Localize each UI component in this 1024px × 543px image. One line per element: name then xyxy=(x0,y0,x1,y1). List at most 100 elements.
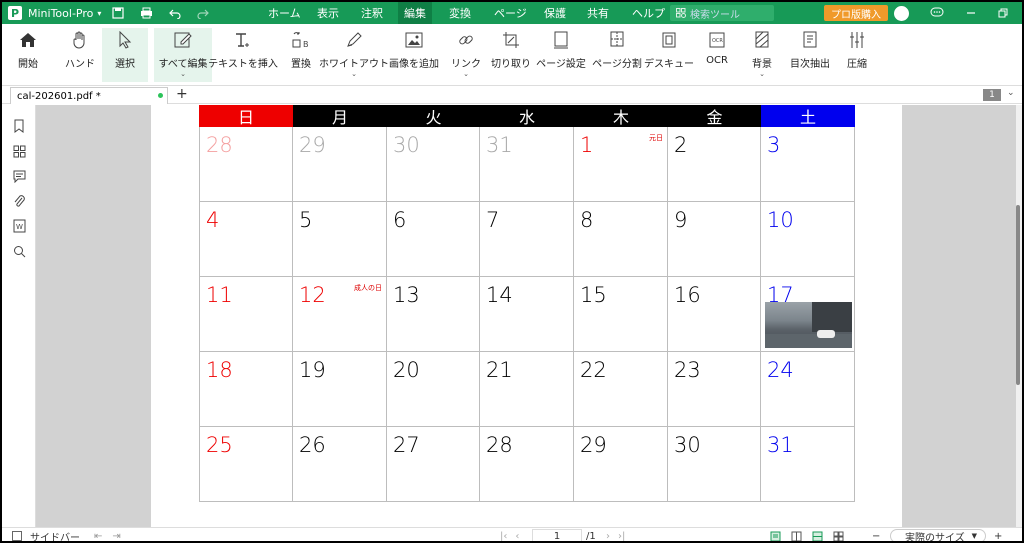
avatar[interactable] xyxy=(894,5,909,21)
minimize-icon[interactable] xyxy=(966,8,976,18)
chat-icon[interactable] xyxy=(930,7,944,19)
search-placeholder: 検索ツール xyxy=(690,9,740,21)
weekday-header: 水 xyxy=(480,105,574,127)
calendar-day-cell: 7 xyxy=(480,202,574,277)
bookmark-icon[interactable] xyxy=(12,119,26,133)
panel-forward-icon[interactable]: ⇥ xyxy=(112,531,120,542)
save-icon[interactable] xyxy=(112,7,124,19)
grid-view-icon[interactable] xyxy=(833,531,844,542)
tab-list-chevron-icon[interactable]: ⌄ xyxy=(1007,88,1015,98)
tool-page-setup[interactable]: ページ設定 xyxy=(536,28,586,82)
buy-pro-button[interactable]: プロ版購入 xyxy=(824,5,888,21)
zoom-select[interactable]: 実際のサイズ ▼ xyxy=(890,529,986,541)
attachment-icon[interactable] xyxy=(12,194,26,208)
account[interactable] xyxy=(894,2,909,24)
inserted-photo[interactable] xyxy=(765,302,852,348)
zoom-out-button[interactable]: − xyxy=(872,528,880,542)
prev-page-icon[interactable]: ‹ xyxy=(515,531,519,542)
tool-replace[interactable]: B 置換 xyxy=(284,28,318,82)
photo-building xyxy=(812,302,852,332)
pdf-page[interactable]: 日月火水木金土 28 29 30 31 1 元日 2 3 4 5 6 7 8 9 10 11 12 成人の日 13 1… xyxy=(151,105,902,527)
menu-annotate[interactable]: 注釈 xyxy=(361,2,383,24)
tool-toc-extract[interactable]: 目次抽出 xyxy=(788,28,832,82)
scrollbar-thumb[interactable] xyxy=(1016,205,1020,385)
tool-hand[interactable]: ハンド xyxy=(62,28,98,82)
tool-background[interactable]: 背景 ⌄ xyxy=(750,28,774,82)
sidebar-toggle[interactable]: サイドバー xyxy=(12,528,80,541)
menu-help[interactable]: ヘルプ xyxy=(632,2,665,24)
zoom-in-button[interactable]: + xyxy=(994,528,1002,542)
tool-link[interactable]: リンク ⌄ xyxy=(451,28,481,82)
single-page-view-icon[interactable] xyxy=(770,531,781,542)
redo-icon[interactable] xyxy=(197,7,209,19)
app-menu-chevron-icon[interactable]: ▾ xyxy=(97,9,101,18)
calendar-day-cell: 3 xyxy=(761,127,855,202)
word-icon[interactable]: W xyxy=(12,219,26,233)
menu-help-label: ヘルプ xyxy=(632,7,665,20)
day-number: 5 xyxy=(299,208,313,232)
scroll-view-icon[interactable] xyxy=(812,531,823,542)
whiteout-icon xyxy=(347,32,362,47)
tool-insert-text[interactable]: テキストを挿入 xyxy=(208,28,278,82)
menu-view-label: 表示 xyxy=(317,7,339,20)
tool-edit-all[interactable]: すべて編集 ⌄ xyxy=(154,28,212,82)
tool-deskew[interactable]: デスキュー xyxy=(644,28,694,82)
tool-whiteout-dropdown-icon[interactable]: ⌄ xyxy=(351,70,357,78)
tool-start[interactable]: 開始 xyxy=(12,28,44,82)
page-number-input[interactable]: 1 xyxy=(532,529,582,541)
day-number: 22 xyxy=(580,358,607,382)
tool-edit-all-dropdown-icon[interactable]: ⌄ xyxy=(180,70,186,78)
menu-edit[interactable]: 編集 xyxy=(398,2,432,24)
calendar-day-cell: 19 xyxy=(293,352,387,427)
tool-add-image[interactable]: 画像を追加 xyxy=(388,28,440,82)
calendar-day-cell: 26 xyxy=(293,427,387,502)
replace-icon: B xyxy=(292,32,309,49)
menu-view[interactable]: 表示 xyxy=(317,2,339,24)
vertical-scrollbar[interactable] xyxy=(1016,105,1022,527)
calendar-day-cell: 8 xyxy=(574,202,668,277)
menu-protect[interactable]: 保護 xyxy=(544,2,566,24)
add-tab-button[interactable]: + xyxy=(176,86,188,102)
day-number: 15 xyxy=(580,283,607,307)
menu-share[interactable]: 共有 xyxy=(587,2,609,24)
sidebar-checkbox[interactable] xyxy=(12,531,22,541)
calendar-week-row: 4 5 6 7 8 9 10 xyxy=(199,202,855,277)
thumbnails-icon[interactable] xyxy=(12,144,26,158)
search-tools-input[interactable]: 検索ツール xyxy=(670,5,774,21)
weekday-header: 月 xyxy=(293,105,387,127)
search-icon xyxy=(676,8,686,18)
calendar-day-cell: 16 xyxy=(668,277,761,352)
tool-page-split[interactable]: ページ分割 xyxy=(592,28,642,82)
comment-icon[interactable] xyxy=(12,169,26,183)
page-total-text: /1 xyxy=(586,530,596,542)
day-number: 10 xyxy=(767,208,794,232)
last-page-icon[interactable]: ›| xyxy=(618,531,625,542)
calendar-day-cell: 4 xyxy=(199,202,293,277)
tool-whiteout[interactable]: ホワイトアウト ⌄ xyxy=(319,28,389,82)
page-total: /1 xyxy=(586,528,596,542)
two-page-view-icon[interactable] xyxy=(791,531,802,542)
search-panel-icon[interactable] xyxy=(12,244,26,258)
undo-icon[interactable] xyxy=(169,7,181,19)
panel-back-icon[interactable]: ⇤ xyxy=(94,531,102,542)
restore-icon[interactable] xyxy=(998,8,1008,18)
tool-insert-text-label: テキストを挿入 xyxy=(208,59,278,70)
print-icon[interactable] xyxy=(140,7,153,19)
menu-share-label: 共有 xyxy=(587,7,609,20)
menu-protect-label: 保護 xyxy=(544,7,566,20)
calendar-day-cell: 23 xyxy=(668,352,761,427)
tool-link-label: リンク xyxy=(451,59,481,70)
compress-icon xyxy=(850,32,864,48)
tool-select[interactable]: 選択 xyxy=(102,28,148,82)
next-page-icon[interactable]: › xyxy=(606,531,610,542)
tool-link-dropdown-icon[interactable]: ⌄ xyxy=(463,70,469,78)
tool-compress[interactable]: 圧縮 xyxy=(844,28,870,82)
tool-crop[interactable]: 切り取り xyxy=(491,28,531,82)
first-page-icon[interactable]: |‹ xyxy=(500,531,507,542)
tool-ocr[interactable]: OCR OCR xyxy=(704,28,730,82)
menu-page[interactable]: ページ xyxy=(494,2,527,24)
menu-home[interactable]: ホーム xyxy=(268,2,301,24)
document-tab[interactable]: cal-202601.pdf * xyxy=(10,87,168,104)
menu-convert[interactable]: 変換 xyxy=(449,2,471,24)
tool-background-dropdown-icon[interactable]: ⌄ xyxy=(759,70,765,78)
